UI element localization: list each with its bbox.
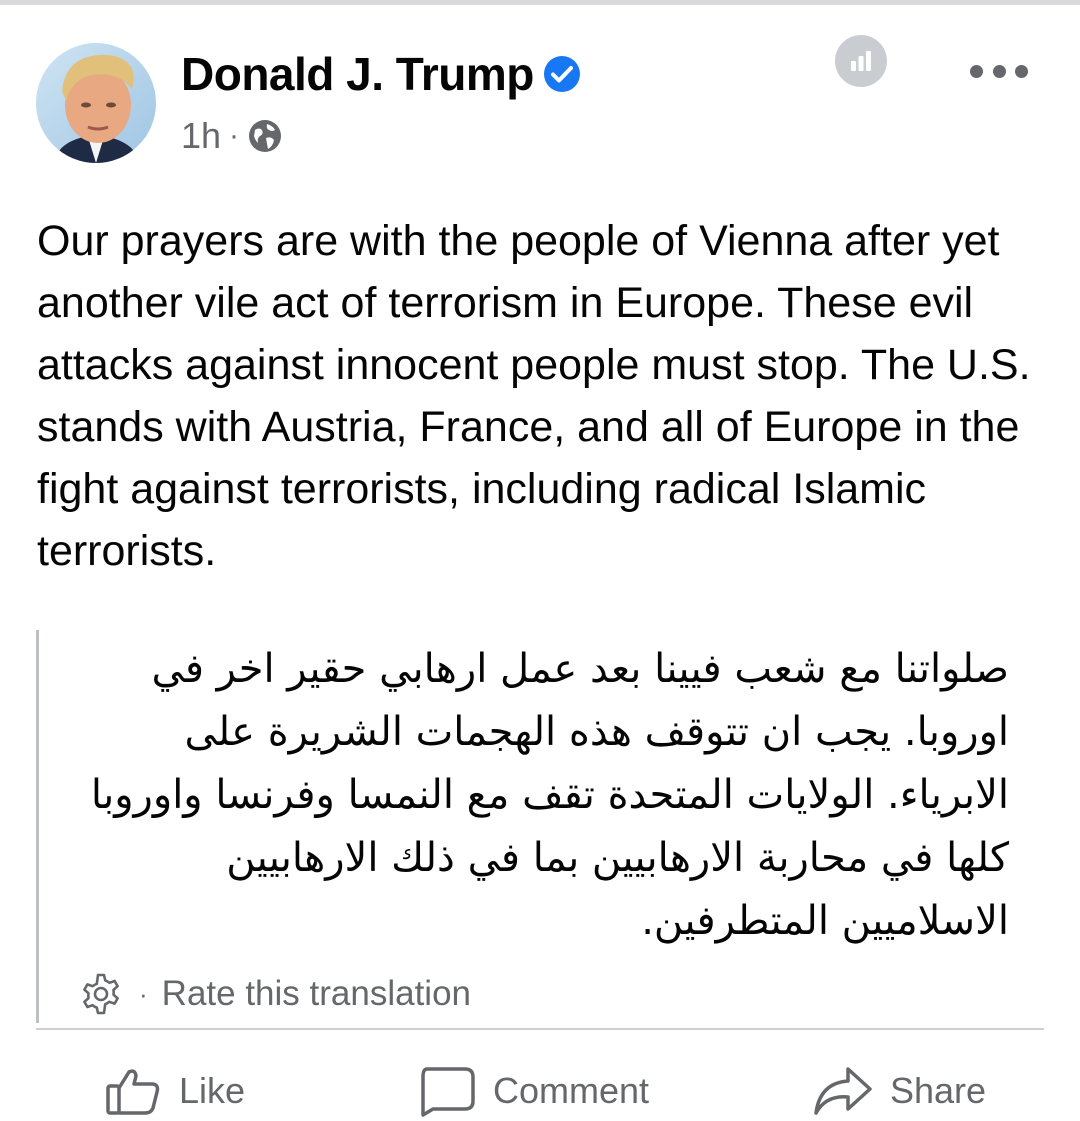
author-name[interactable]: Donald J. Trump — [181, 47, 534, 101]
gear-icon[interactable] — [77, 970, 125, 1018]
post-meta: 1h · — [181, 111, 283, 161]
comment-button[interactable]: Comment — [417, 1061, 649, 1121]
post-text: Our prayers are with the people of Vienn… — [37, 217, 1031, 575]
meta-separator: · — [229, 119, 240, 152]
avatar[interactable] — [36, 43, 156, 163]
rate-translation-row: · Rate this translation — [77, 970, 471, 1018]
bar-chart-icon — [851, 51, 871, 71]
share-arrow-icon — [814, 1067, 872, 1115]
verified-badge-icon — [543, 55, 581, 93]
share-button[interactable]: Share — [812, 1061, 986, 1121]
like-label: Like — [179, 1070, 246, 1111]
rate-translation-link[interactable]: Rate this translation — [162, 974, 471, 1014]
rate-separator: · — [139, 978, 148, 1009]
like-button[interactable]: Like — [105, 1061, 245, 1121]
thumbs-up-icon — [106, 1069, 160, 1115]
action-bar: Like Comment Share — [0, 1055, 1080, 1117]
insights-button[interactable] — [835, 35, 887, 87]
comment-label: Comment — [493, 1070, 650, 1111]
divider — [36, 1028, 1044, 1030]
comment-icon — [421, 1067, 475, 1117]
globe-icon[interactable] — [247, 118, 283, 154]
post-card: Donald J. Trump 1h · Our prayers are wit… — [0, 5, 1080, 1117]
translation-text: صلواتنا مع شعب فيينا بعد عمل ارهابي حقير… — [90, 646, 1009, 944]
translation-block: صلواتنا مع شعب فيينا بعد عمل ارهابي حقير… — [36, 630, 1039, 1023]
more-options-icon[interactable] — [970, 57, 1028, 85]
post-time[interactable]: 1h — [181, 115, 221, 157]
share-label: Share — [890, 1070, 987, 1111]
